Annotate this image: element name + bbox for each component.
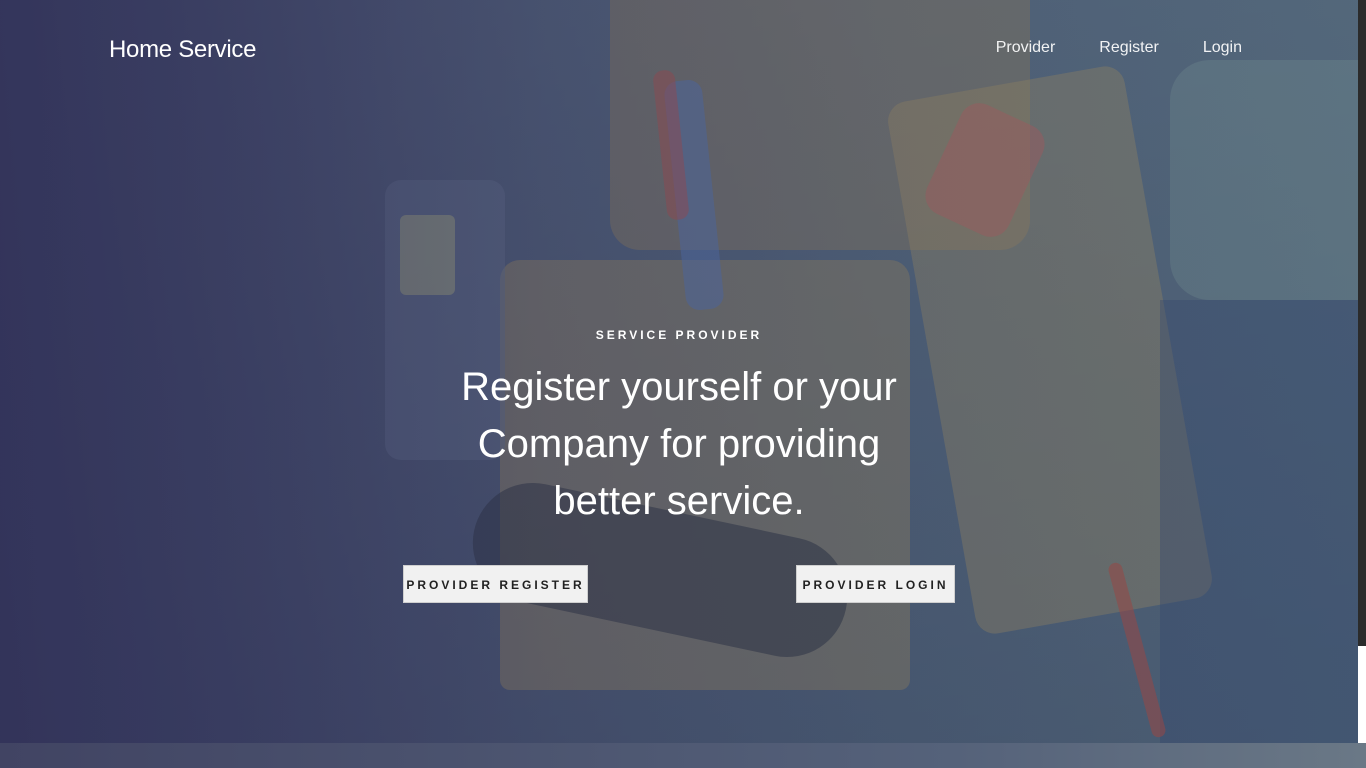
hero-section: Home Service Provider Register Login SER… [0,0,1358,743]
scrollbar-gap [1358,646,1366,743]
provider-register-button[interactable]: PROVIDER REGISTER [403,565,588,603]
hero-content: SERVICE PROVIDER Register yourself or yo… [400,328,958,603]
nav-link-provider[interactable]: Provider [996,39,1056,57]
nav-links: Provider Register Login [996,39,1242,57]
scrollbar-track[interactable] [1358,0,1366,646]
provider-login-button[interactable]: PROVIDER LOGIN [796,565,955,603]
navbar: Home Service Provider Register Login [0,0,1358,100]
hero-headline: Register yourself or your Company for pr… [461,365,897,523]
nav-link-register[interactable]: Register [1099,39,1159,57]
hero-eyebrow: SERVICE PROVIDER [595,328,763,342]
next-section-edge [0,743,1366,768]
brand-link[interactable]: Home Service [109,36,256,64]
hero-button-row: PROVIDER REGISTER PROVIDER LOGIN [400,565,958,605]
nav-link-login[interactable]: Login [1203,39,1242,57]
